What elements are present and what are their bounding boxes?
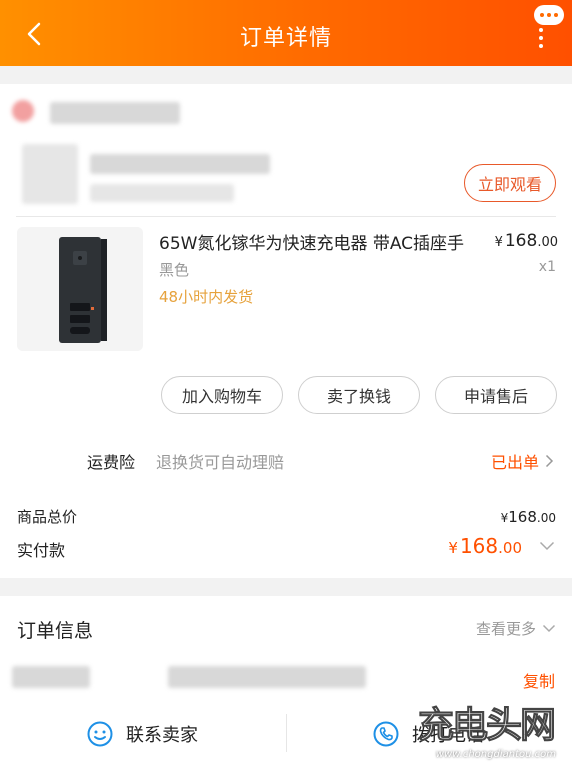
- order-number-redacted: [168, 666, 366, 688]
- shipping-insurance-status[interactable]: 已出单: [491, 449, 554, 473]
- live-subtitle-redacted: [90, 184, 234, 202]
- chat-smile-icon: [87, 721, 113, 747]
- more-menu-icon[interactable]: [537, 28, 545, 48]
- shipping-note: 48小时内发货: [159, 288, 254, 306]
- product-image[interactable]: [17, 227, 143, 351]
- live-title-redacted: [90, 154, 270, 174]
- contact-seller-button[interactable]: 联系卖家: [86, 720, 198, 748]
- message-bubble-icon[interactable]: [534, 5, 564, 25]
- charger-image: [17, 227, 143, 351]
- separator: [286, 714, 287, 752]
- shipping-insurance-label: 运费险: [87, 453, 136, 472]
- order-number-label-redacted: [12, 666, 90, 688]
- paid-amount: ¥168.00: [448, 534, 522, 558]
- view-more-link[interactable]: 查看更多: [476, 618, 556, 639]
- page-title: 订单详情: [239, 26, 332, 51]
- after-sale-button[interactable]: 申请售后: [435, 376, 557, 414]
- chevron-right-icon: [545, 454, 554, 468]
- live-thumbnail-redacted: [22, 144, 78, 204]
- order-product-card: 立即观看 65W氮化镓华为快速充电器 带AC插座手 ¥168.00 黑色 x1 …: [0, 84, 572, 578]
- paid-label: 实付款: [17, 541, 66, 560]
- order-info-card: 订单信息 查看更多 复制 联系卖家 拨打电话: [0, 596, 572, 768]
- product-title[interactable]: 65W氮化镓华为快速充电器 带AC插座手: [159, 229, 479, 254]
- product-quantity: x1: [538, 259, 556, 275]
- chevron-down-icon: [542, 624, 556, 633]
- resell-button[interactable]: 卖了换钱: [298, 376, 420, 414]
- product-price: ¥168.00: [494, 231, 558, 251]
- shipping-insurance-desc: 退换货可自动理赔: [156, 453, 285, 472]
- copy-button[interactable]: 复制: [523, 668, 555, 692]
- chevron-down-icon[interactable]: [539, 541, 555, 551]
- watch-live-button[interactable]: 立即观看: [464, 164, 556, 202]
- call-button[interactable]: 拨打电话: [372, 720, 484, 748]
- subtotal-value: ¥168.00: [500, 508, 556, 526]
- divider: [16, 216, 556, 217]
- bottom-action-bar: 联系卖家 拨打电话: [0, 710, 572, 768]
- order-info-title: 订单信息: [17, 620, 94, 642]
- shop-name-redacted: [50, 102, 180, 124]
- shop-avatar: [12, 100, 34, 122]
- subtotal-label: 商品总价: [17, 508, 78, 526]
- nav-header: 订单详情: [0, 0, 572, 66]
- phone-icon: [373, 721, 399, 747]
- add-to-cart-button[interactable]: 加入购物车: [161, 376, 283, 414]
- product-sku-color: 黑色: [159, 261, 190, 279]
